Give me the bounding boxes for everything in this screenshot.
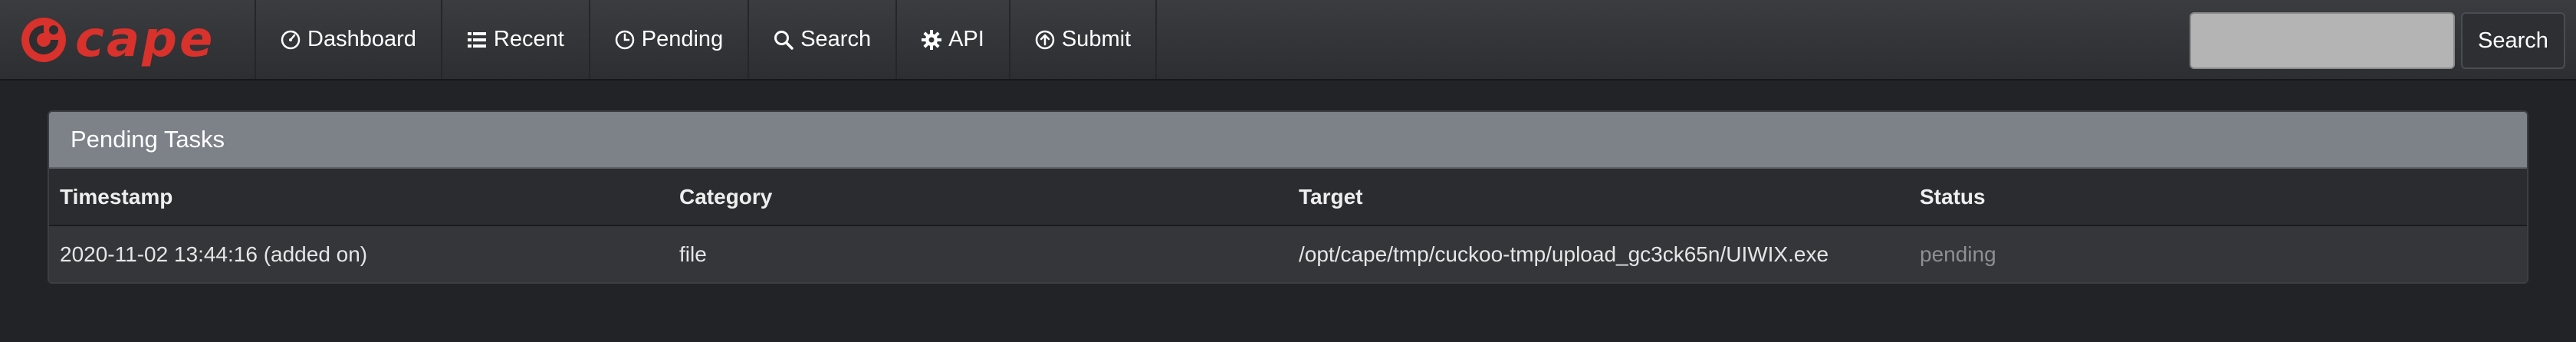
gear-icon: [922, 29, 942, 50]
search-icon: [774, 30, 794, 50]
list-icon: [467, 30, 487, 50]
brand-name: cape: [75, 12, 215, 68]
nav-item-submit[interactable]: Submit: [1008, 0, 1158, 79]
nav-item-dashboard[interactable]: Dashboard: [255, 0, 441, 79]
nav-item-search[interactable]: Search: [748, 0, 895, 79]
main-nav: Dashboard Recent Pending Search API Subm…: [255, 0, 1158, 79]
cell-target[interactable]: /opt/cape/tmp/cuckoo-tmp/upload_gc3ck65n…: [1288, 225, 1909, 282]
top-navbar: cape Dashboard Recent Pending Search API…: [0, 0, 2576, 81]
nav-item-recent[interactable]: Recent: [440, 0, 589, 79]
search-input[interactable]: [2190, 12, 2455, 69]
search-button[interactable]: Search: [2461, 12, 2565, 69]
table-header-row: Timestamp Category Target Status: [49, 169, 2527, 226]
cell-timestamp: 2020-11-02 13:44:16 (added on): [49, 225, 669, 282]
column-header-category[interactable]: Category: [669, 169, 1288, 226]
status-badge: pending: [1909, 225, 2527, 282]
cape-logo-icon: [20, 16, 67, 64]
panel-title: Pending Tasks: [49, 112, 2527, 169]
nav-label: Recent: [493, 27, 564, 51]
brand-logo[interactable]: cape: [20, 11, 255, 69]
nav-label: Dashboard: [307, 27, 416, 51]
nav-label: Search: [800, 27, 872, 51]
upload-icon: [1035, 30, 1055, 50]
speedometer-icon: [281, 30, 301, 50]
pending-tasks-panel: Pending Tasks Timestamp Category Target …: [48, 110, 2528, 284]
nav-item-api[interactable]: API: [895, 0, 1009, 79]
nav-label: Submit: [1061, 27, 1132, 51]
column-header-status[interactable]: Status: [1909, 169, 2527, 226]
column-header-target[interactable]: Target: [1288, 169, 1909, 226]
clock-icon: [615, 30, 635, 50]
pending-tasks-table: Timestamp Category Target Status 2020-11…: [49, 169, 2527, 282]
column-header-timestamp[interactable]: Timestamp: [49, 169, 669, 226]
nav-label: API: [948, 27, 984, 51]
table-row[interactable]: 2020-11-02 13:44:16 (added on) file /opt…: [49, 225, 2527, 282]
cell-category: file: [669, 225, 1288, 282]
nav-label: Pending: [641, 27, 724, 51]
nav-item-pending[interactable]: Pending: [588, 0, 748, 79]
